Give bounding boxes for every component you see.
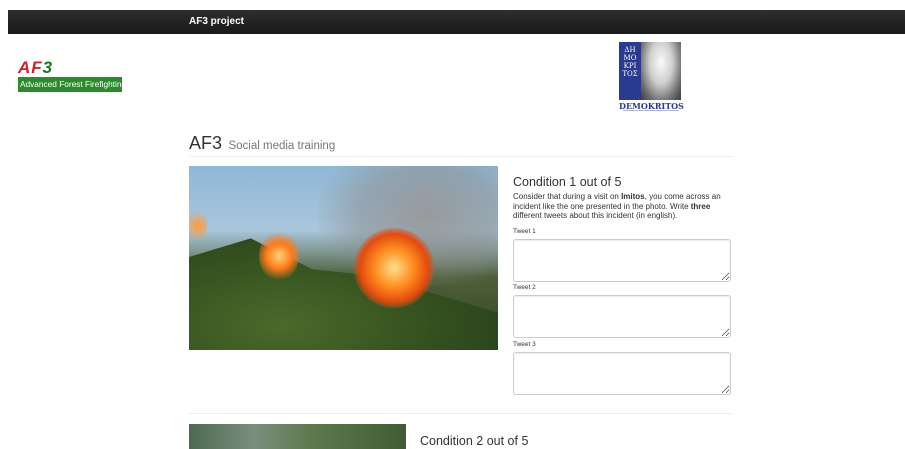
condition-2-title: Condition 2 out of 5 xyxy=(420,434,529,448)
af3-logo-tagline: Advanced Forest Firefighting xyxy=(20,79,127,89)
demokritos-greek-text: ΔΗ ΜΟ ΚΡΙ ΤΟΣ xyxy=(622,46,638,78)
tweet-2-textarea[interactable] xyxy=(513,295,731,338)
condition-1-title: Condition 1 out of 5 xyxy=(513,175,622,189)
tweet-2-label: Tweet 2 xyxy=(513,284,536,291)
top-navbar: AF3 project xyxy=(8,10,905,34)
demokritos-portrait xyxy=(641,42,681,100)
page-title: AF3 xyxy=(189,133,223,153)
page-subtitle: Social media training xyxy=(228,140,336,152)
photo-fire xyxy=(189,206,207,246)
demokritos-logo-panel: ΔΗ ΜΟ ΚΡΙ ΤΟΣ xyxy=(619,42,641,100)
photo-fire xyxy=(259,231,299,281)
tweet-1-label: Tweet 1 xyxy=(513,228,536,235)
af3-logo: AF3 Advanced Forest Firefighting xyxy=(18,58,126,92)
condition-1-photo xyxy=(189,166,498,350)
tweet-3-label: Tweet 3 xyxy=(513,341,536,348)
af3-logo-letters: AF3 xyxy=(18,58,54,77)
demokritos-subline xyxy=(623,110,679,111)
demokritos-logo: ΔΗ ΜΟ ΚΡΙ ΤΟΣ DEMOKRITOS xyxy=(619,42,684,112)
condition-1: Condition 1 out of 5 Consider that durin… xyxy=(513,175,733,221)
page-header: AF3 Social media training xyxy=(189,133,733,157)
tweet-3-textarea[interactable] xyxy=(513,352,731,395)
section-divider xyxy=(189,413,733,414)
condition-2-photo xyxy=(189,424,406,449)
tweet-1-textarea[interactable] xyxy=(513,239,731,282)
photo-fire xyxy=(354,228,434,308)
condition-1-instructions: Consider that during a visit on Imitos, … xyxy=(513,192,721,221)
navbar-brand[interactable]: AF3 project xyxy=(189,16,244,27)
